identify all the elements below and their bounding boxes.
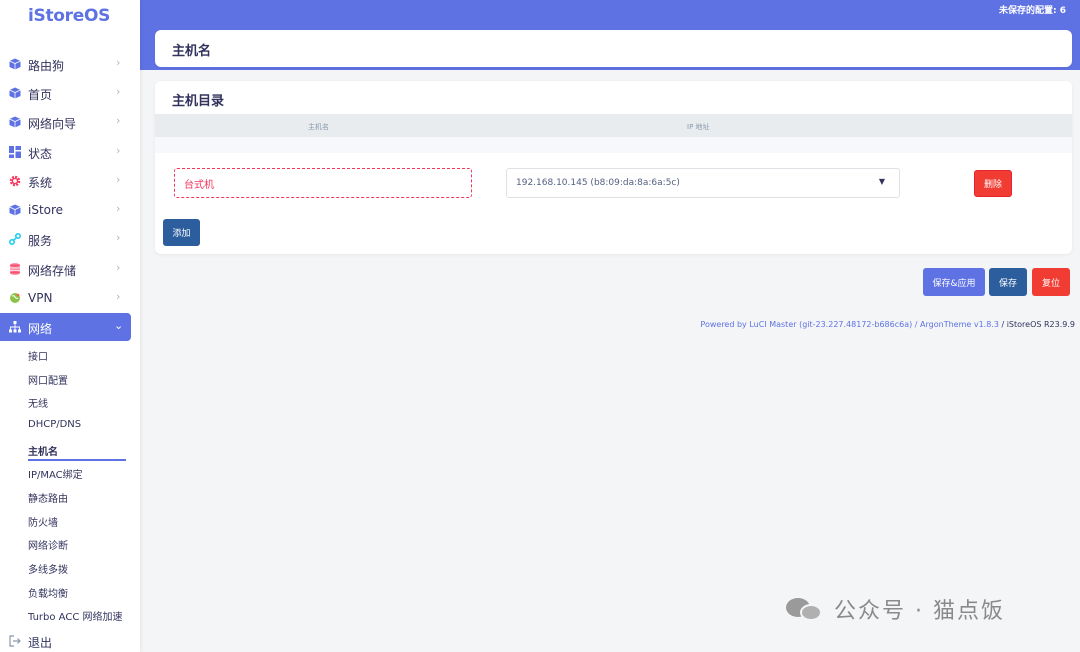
globe-icon [10, 293, 20, 303]
page-title-card: 主机名 [155, 30, 1072, 67]
sidebar-item-home[interactable]: 首页 › [0, 79, 140, 107]
logout-icon [9, 635, 21, 647]
chevron-down-icon: ⌄ [114, 319, 124, 332]
sidebar-item-label: 网络向导 [28, 117, 77, 131]
sidebar-item-label: 网络存储 [28, 264, 77, 278]
chevron-right-icon: › [116, 261, 121, 274]
reset-button[interactable]: 复位 [1032, 268, 1070, 296]
subnav-multiwan[interactable]: 多线多拨 [28, 561, 68, 576]
sitemap-icon [9, 321, 21, 333]
table-header: 主机名 IP 地址 [155, 114, 1072, 137]
dashboard-grid-icon [9, 146, 21, 158]
column-header-ip: IP 地址 [687, 123, 710, 131]
add-button[interactable]: 添加 [163, 219, 200, 246]
sidebar-item-istore[interactable]: iStore › [0, 196, 140, 224]
unsaved-changes-link[interactable]: 未保存的配置: 6 [999, 3, 1066, 16]
subnav-wireless[interactable]: 无线 [28, 395, 48, 410]
sidebar-item-system[interactable]: 系统 › [0, 167, 140, 195]
chevron-right-icon: › [116, 144, 121, 157]
cube-icon [9, 58, 21, 70]
ip-address-select[interactable]: 192.168.10.145 (b8:09:da:8a:6a:5c) ▼ [506, 168, 900, 198]
watermark-text: 公众号 · 猫点饭 [834, 599, 1005, 624]
ip-address-value: 192.168.10.145 (b8:09:da:8a:6a:5c) [516, 178, 680, 188]
subnav-static-routes[interactable]: 静态路由 [28, 490, 68, 505]
sidebar-item-label: 系统 [28, 176, 53, 190]
sidebar-item-label: 网络 [28, 322, 53, 336]
sidebar-item-luyougou[interactable]: 路由狗 › [0, 50, 140, 78]
sidebar-item-logout[interactable]: 退出 [0, 627, 140, 652]
section-title: 主机目录 [172, 94, 225, 109]
save-apply-button[interactable]: 保存&应用 [923, 268, 985, 296]
wechat-icon [786, 596, 824, 622]
sidebar-item-label: 状态 [28, 147, 53, 161]
sidebar-item-vpn[interactable]: VPN › [0, 284, 140, 312]
cube-icon [9, 87, 21, 99]
sidebar-item-label: 退出 [28, 636, 53, 650]
save-button[interactable]: 保存 [989, 268, 1027, 296]
footer: Powered by LuCI Master (git-23.227.48172… [700, 320, 1075, 329]
chevron-right-icon: › [116, 114, 121, 127]
cube-icon [9, 204, 21, 216]
sidebar-item-services[interactable]: 服务 › [0, 225, 140, 253]
sidebar-item-network-wizard[interactable]: 网络向导 › [0, 108, 140, 136]
active-subnav-indicator [28, 459, 126, 461]
chevron-right-icon: › [116, 202, 121, 215]
sidebar-item-label: iStore [28, 203, 64, 217]
subnav-port-config[interactable]: 网口配置 [28, 372, 68, 387]
sidebar-item-status[interactable]: 状态 › [0, 138, 140, 166]
footer-powered-link[interactable]: Powered by LuCI Master (git-23.227.48172… [700, 320, 999, 329]
column-header-hostname: 主机名 [308, 123, 329, 131]
table-header-spacer [155, 137, 1072, 153]
chevron-right-icon: › [116, 56, 121, 69]
sidebar-item-label: VPN [28, 291, 53, 305]
sidebar: iStoreOS 路由狗 › 首页 › 网络向导 › 状态 › 系统 › iSt… [0, 0, 140, 652]
subnav-hostnames[interactable]: 主机名 [28, 443, 58, 458]
delete-button[interactable]: 删除 [974, 170, 1012, 197]
subnav-turbo-acc[interactable]: Turbo ACC 网络加速 [28, 608, 123, 623]
link-icon [9, 233, 21, 245]
subnav-load-balance[interactable]: 负载均衡 [28, 585, 68, 600]
watermark: 公众号 · 猫点饭 [786, 594, 1005, 624]
chevron-right-icon: › [116, 85, 121, 98]
subnav-firewall[interactable]: 防火墙 [28, 514, 58, 529]
chevron-right-icon: › [116, 290, 121, 303]
chevron-right-icon: › [116, 173, 121, 186]
sidebar-item-label: 路由狗 [28, 59, 65, 73]
database-icon [10, 263, 20, 275]
subnav-ip-mac-binding[interactable]: IP/MAC绑定 [28, 466, 83, 481]
chevron-right-icon: › [116, 231, 121, 244]
dropdown-caret-icon: ▼ [878, 177, 885, 186]
sidebar-item-network[interactable]: 网络 ⌄ [0, 313, 131, 341]
hostname-input[interactable] [174, 168, 472, 198]
cube-icon [9, 116, 21, 128]
host-directory-card: 主机目录 主机名 IP 地址 192.168.10.145 (b8:09:da:… [155, 81, 1072, 254]
sidebar-item-label: 服务 [28, 234, 53, 248]
sidebar-item-label: 首页 [28, 88, 53, 102]
page-title: 主机名 [172, 44, 212, 59]
subnav-dhcp-dns[interactable]: DHCP/DNS [28, 419, 81, 430]
gear-icon [9, 175, 21, 187]
logo[interactable]: iStoreOS [28, 6, 110, 26]
footer-version: / iStoreOS R23.9.9 [998, 320, 1075, 329]
sidebar-item-storage[interactable]: 网络存储 › [0, 255, 140, 283]
subnav-interfaces[interactable]: 接口 [28, 348, 48, 363]
subnav-diagnostics[interactable]: 网络诊断 [28, 537, 68, 552]
